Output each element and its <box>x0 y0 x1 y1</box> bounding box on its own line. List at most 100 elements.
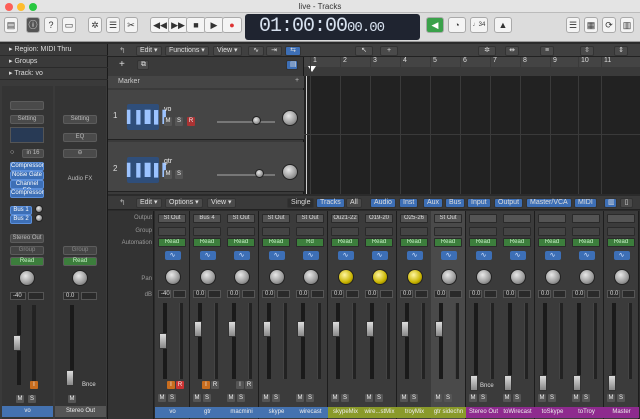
record-enable-button[interactable]: R <box>176 381 184 389</box>
output-slot[interactable]: Ou21-22 <box>331 214 359 223</box>
automation-mode[interactable]: Read <box>10 257 44 266</box>
channel-name[interactable]: toSkype <box>535 407 570 418</box>
wide-view-icon[interactable]: ▯ <box>620 198 633 208</box>
mute-button[interactable]: M <box>331 394 339 402</box>
stop-button[interactable]: ■ <box>186 17 206 33</box>
mixer-single-button[interactable]: Single <box>287 198 315 208</box>
filter-audio[interactable]: Audio <box>370 198 396 208</box>
solo-button[interactable]: S <box>203 394 211 402</box>
smart-controls-button[interactable]: ✲ <box>88 17 102 33</box>
track-volume-slider[interactable] <box>217 121 275 123</box>
group-slot[interactable] <box>538 227 566 236</box>
track-volume-thumb[interactable] <box>255 169 264 178</box>
bounce-button[interactable]: Bnce <box>480 383 494 389</box>
mute-button[interactable]: M <box>469 394 477 402</box>
duplicate-track-button[interactable]: ⧉ <box>137 60 149 70</box>
marker-row[interactable]: Marker <box>108 76 304 88</box>
volume-fader[interactable] <box>13 335 21 351</box>
track-mute-button[interactable]: M <box>164 170 172 179</box>
solo-button[interactable]: S <box>341 394 349 402</box>
narrow-view-icon[interactable]: ▥ <box>604 198 617 208</box>
input-monitor-button[interactable]: I <box>30 381 38 389</box>
solo-button[interactable]: S <box>617 394 625 402</box>
pan-knob[interactable] <box>475 269 492 285</box>
output-slot[interactable] <box>503 214 531 223</box>
zoom-window-button[interactable] <box>29 3 37 11</box>
volume-fader[interactable] <box>435 321 443 337</box>
track-volume-slider[interactable] <box>217 174 275 176</box>
mute-button[interactable]: M <box>400 394 408 402</box>
automation-mode[interactable]: Read <box>434 238 462 247</box>
channel-name[interactable]: skype <box>259 407 294 418</box>
plugin-slot-2[interactable]: Noise Gate <box>10 171 44 180</box>
mixer-options-menu[interactable]: Options ▾ <box>165 198 203 208</box>
track-record-button[interactable]: R <box>187 117 195 126</box>
channel-name[interactable]: skypeMix <box>328 407 363 418</box>
volume-readout[interactable]: 0.0 <box>262 290 275 298</box>
solo-button[interactable]: S <box>479 394 487 402</box>
solo-button[interactable]: S <box>237 394 245 402</box>
catch-icon[interactable]: ⇥ <box>266 46 282 56</box>
plugin-slot-1[interactable]: Compressor <box>10 162 44 171</box>
pan-knob[interactable] <box>371 269 388 285</box>
automation-mode-right[interactable]: Read <box>63 257 97 266</box>
solo-button[interactable]: S <box>168 394 176 402</box>
functions-menu[interactable]: Functions ▾ <box>165 46 209 56</box>
automation-mode[interactable]: Rd <box>296 238 324 247</box>
group-slot[interactable] <box>296 227 324 236</box>
mixer-tracks-button[interactable]: Tracks <box>316 198 345 208</box>
inspector-region-row[interactable]: ▸ Region: MIDI Thru <box>0 44 108 56</box>
inspector-groups-row[interactable]: ▸ Groups <box>0 56 108 68</box>
record-button[interactable]: ● <box>222 17 242 33</box>
volume-readout[interactable]: -40 <box>10 292 26 300</box>
global-tracks-button[interactable]: ▤ <box>286 60 298 70</box>
pan-knob[interactable] <box>199 269 216 285</box>
notepad-button[interactable]: ▦ <box>584 17 598 33</box>
send-knob-1[interactable] <box>35 205 43 213</box>
editors-button[interactable]: ✂ <box>124 17 138 33</box>
volume-readout[interactable]: 0.0 <box>434 290 447 298</box>
volume-readout[interactable]: 0.0 <box>469 290 482 298</box>
volume-readout[interactable]: 0.0 <box>400 290 413 298</box>
solo-button[interactable]: S <box>306 394 314 402</box>
filter-inst[interactable]: Inst <box>399 198 419 208</box>
close-window-button[interactable] <box>5 3 13 11</box>
group-slot[interactable] <box>331 227 359 236</box>
forward-button[interactable]: ▶▶ <box>168 17 188 33</box>
bounce-button[interactable]: Bnce <box>82 382 96 388</box>
group-slot[interactable]: Group <box>10 246 44 255</box>
zoom-icon-3[interactable]: ⇳ <box>580 46 594 56</box>
solo-button[interactable]: S <box>444 394 452 402</box>
track-mute-button[interactable]: M <box>164 117 172 126</box>
channel-name[interactable]: gtr sidechn <box>431 407 466 418</box>
mute-button[interactable]: M <box>503 394 511 402</box>
volume-fader[interactable] <box>608 375 616 391</box>
volume-readout-right[interactable]: 0.0 <box>63 292 79 300</box>
play-button[interactable]: ▶ <box>204 17 224 33</box>
mute-button[interactable]: M <box>158 394 166 402</box>
pan-knob[interactable] <box>613 269 630 285</box>
group-slot-right[interactable]: Group <box>63 246 97 255</box>
record-enable-button[interactable]: R <box>245 381 253 389</box>
pan-knob[interactable] <box>578 269 595 285</box>
group-slot[interactable] <box>503 227 531 236</box>
rewind-button[interactable]: ◀◀ <box>150 17 170 33</box>
output-slot[interactable]: O25-26 <box>400 214 428 223</box>
volume-readout[interactable]: 0.0 <box>538 290 551 298</box>
filter-output[interactable]: Output <box>494 198 524 208</box>
volume-fader[interactable] <box>263 321 271 337</box>
lcd-display[interactable]: 01:00:0000.00 <box>245 14 420 40</box>
solo-button[interactable]: S <box>28 395 36 403</box>
inspector-setting-button-right[interactable]: Setting <box>63 115 97 124</box>
output-slot[interactable]: St Out <box>296 214 324 223</box>
mute-button[interactable]: M <box>262 394 270 402</box>
smart-tempo-icon[interactable]: ⇆ <box>285 46 301 56</box>
automation-mode[interactable]: Read <box>538 238 566 247</box>
track-pan-knob[interactable] <box>282 110 298 126</box>
volume-fader[interactable] <box>504 375 512 391</box>
volume-fader[interactable] <box>539 375 547 391</box>
channel-name[interactable]: vo <box>155 407 190 418</box>
filter-aux[interactable]: Aux <box>423 198 444 208</box>
zoom-icon-2[interactable]: ≡ <box>540 46 554 56</box>
volume-readout[interactable]: 0.0 <box>227 290 240 298</box>
